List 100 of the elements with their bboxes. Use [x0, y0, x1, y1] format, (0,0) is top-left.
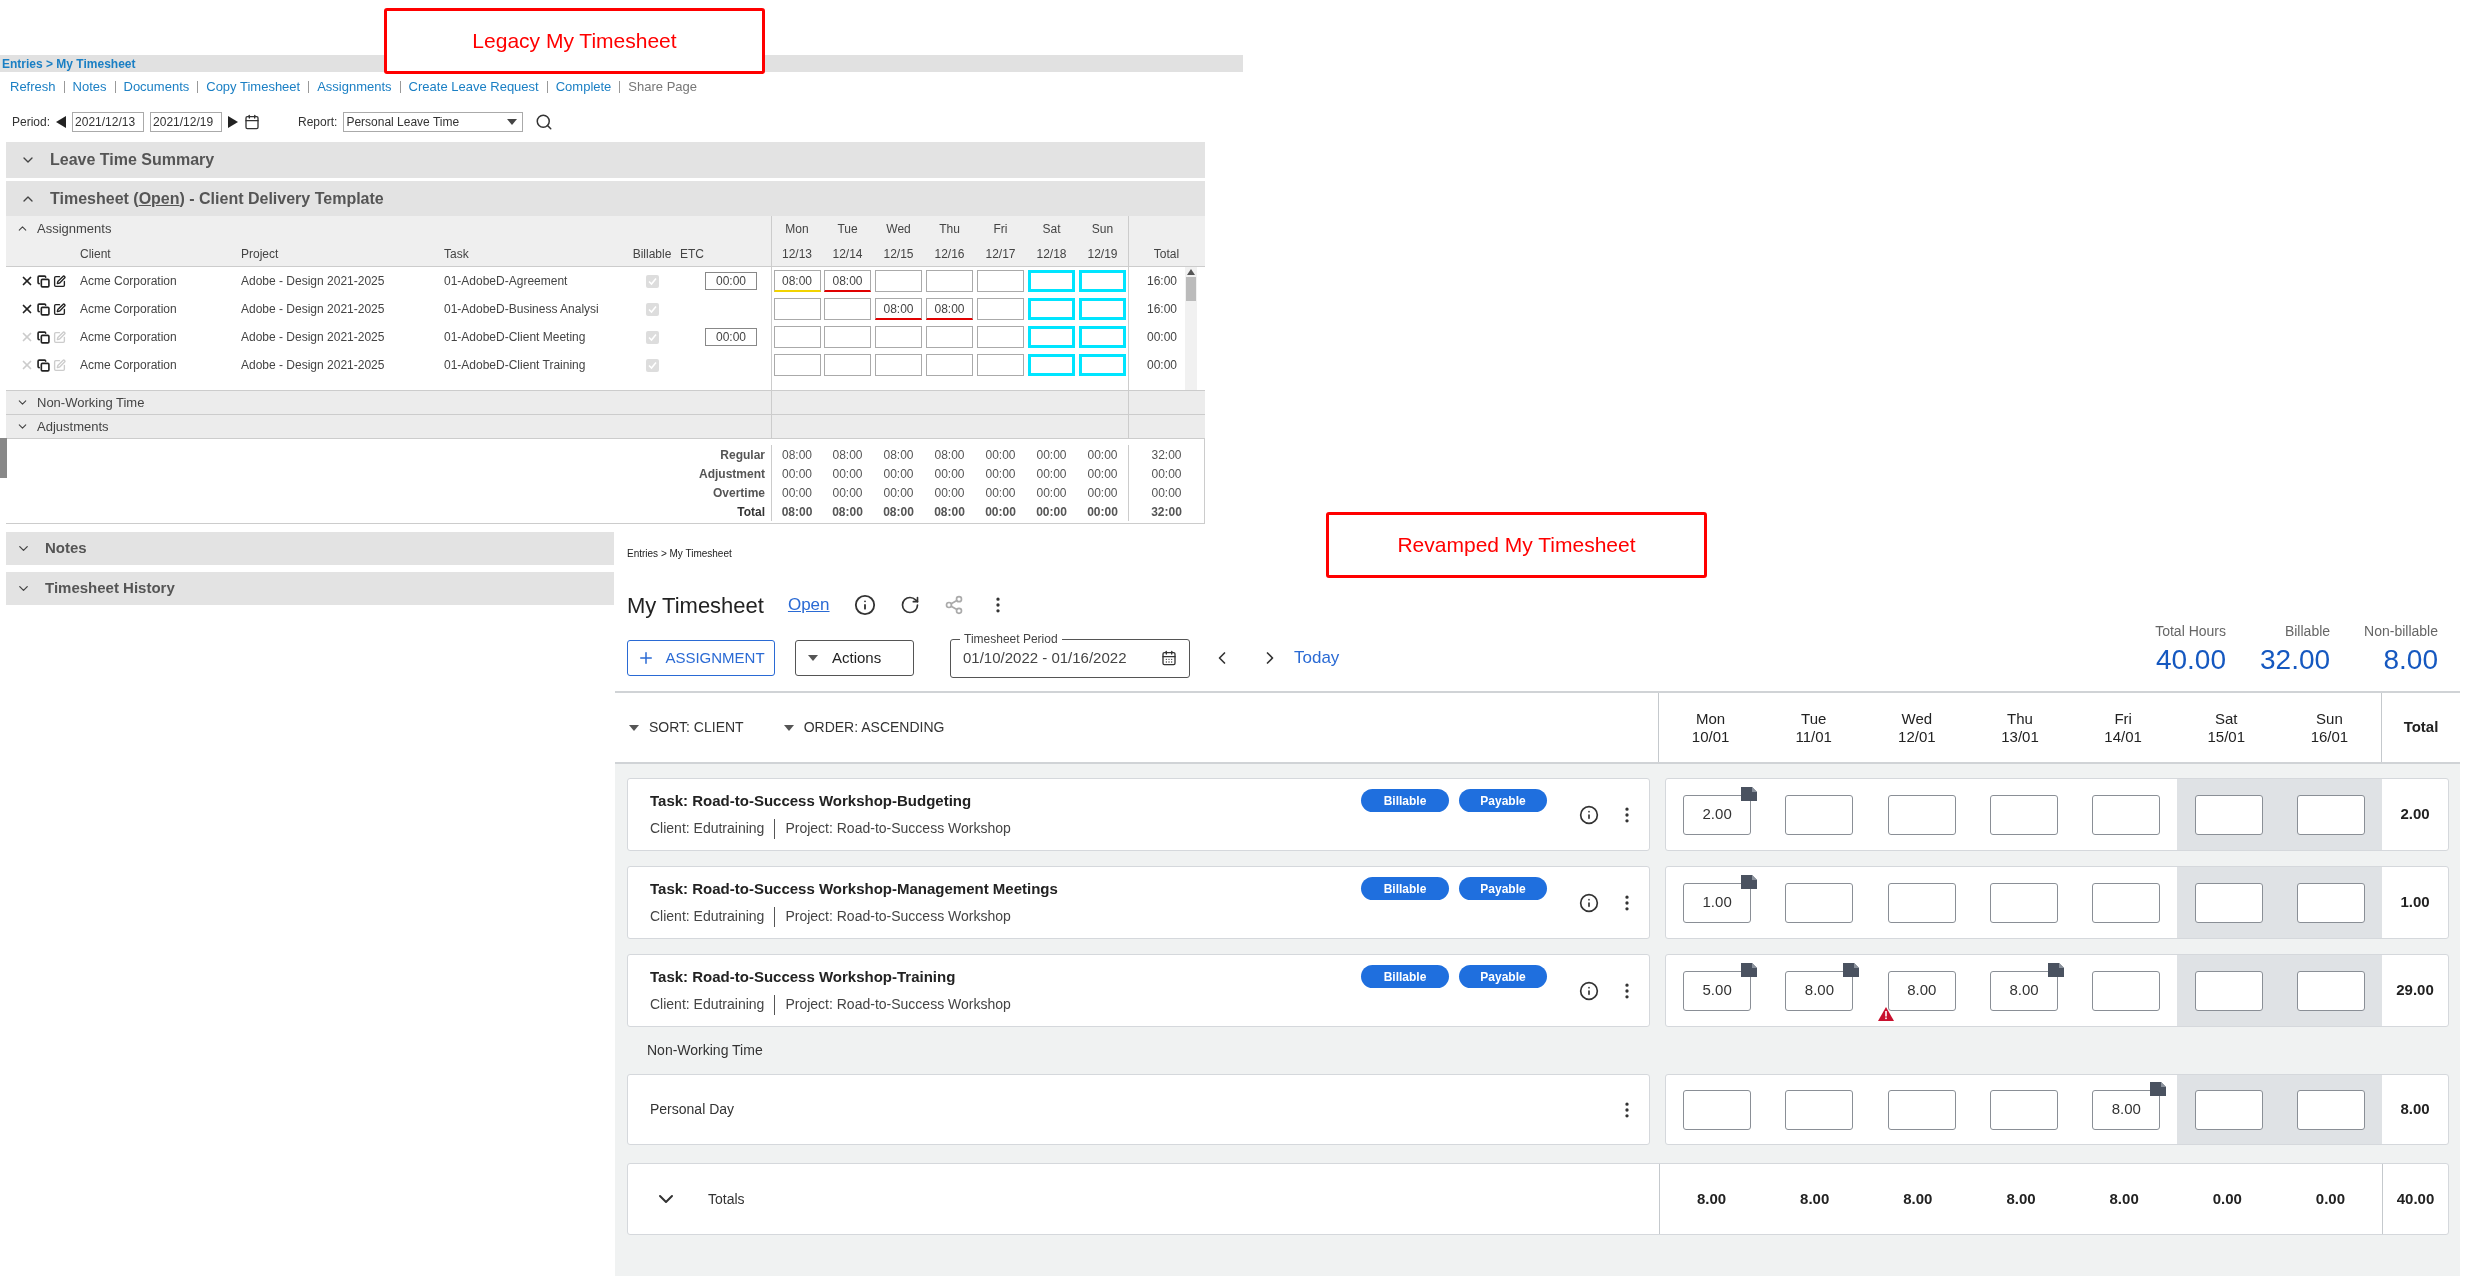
hours-field[interactable]: 8.00 [1785, 970, 1854, 1011]
hours-field[interactable]: 08:00 [773, 270, 821, 292]
hours-field[interactable]: 2.00 [1683, 794, 1752, 835]
hours-field[interactable] [773, 298, 821, 320]
share-icon[interactable] [943, 595, 964, 615]
hours-field[interactable] [1887, 882, 1956, 923]
section-header[interactable]: Notes [6, 532, 614, 565]
scrollbar[interactable] [1185, 267, 1197, 390]
search-icon[interactable] [535, 113, 554, 131]
caret-icon[interactable] [808, 655, 818, 661]
toolbar-link[interactable]: Copy Timesheet [206, 77, 301, 97]
calendar-icon[interactable] [244, 114, 261, 130]
hours-field[interactable] [1990, 1089, 2059, 1130]
hours-field[interactable] [2092, 970, 2161, 1011]
period-end-field[interactable]: 2021/12/19 [150, 112, 223, 132]
hours-field[interactable] [2296, 970, 2365, 1011]
etc-field[interactable]: 00:00 [705, 272, 757, 290]
hours-field[interactable] [2092, 882, 2161, 923]
hours-field[interactable] [1785, 882, 1854, 923]
hours-field[interactable] [1785, 1089, 1854, 1130]
caret-icon[interactable] [629, 724, 639, 731]
hours-field[interactable] [1028, 270, 1075, 292]
hours-field[interactable] [977, 270, 1024, 292]
hours-field[interactable] [1887, 794, 1956, 835]
delete-icon[interactable] [20, 302, 34, 316]
actions-button[interactable]: Actions [795, 640, 914, 676]
hours-field[interactable]: 1.00 [1683, 882, 1752, 923]
scrollbar-thumb[interactable] [1186, 277, 1196, 301]
add-assignment-button[interactable]: ASSIGNMENT [627, 640, 775, 676]
hours-field[interactable] [2296, 882, 2365, 923]
toolbar-link[interactable]: Create Leave Request [408, 77, 539, 97]
refresh-icon[interactable] [899, 595, 920, 615]
report-select[interactable]: Personal Leave Time [343, 112, 524, 132]
hours-field[interactable] [1079, 298, 1126, 320]
delete-icon[interactable] [20, 274, 34, 288]
hours-field[interactable] [2194, 970, 2263, 1011]
hours-field[interactable] [1079, 270, 1126, 292]
hours-field[interactable] [1028, 298, 1075, 320]
hours-field[interactable] [2194, 1089, 2263, 1130]
hours-field[interactable] [2194, 794, 2263, 835]
note-icon[interactable] [1741, 962, 1758, 977]
hours-field[interactable] [977, 298, 1024, 320]
hours-field[interactable] [977, 326, 1024, 348]
hours-field[interactable] [1683, 1089, 1752, 1130]
note-icon[interactable] [1741, 874, 1758, 889]
next-arrow-icon[interactable] [228, 116, 239, 128]
side-tab-handle[interactable] [0, 438, 7, 478]
note-icon[interactable] [2048, 962, 2065, 977]
hours-field[interactable] [875, 354, 922, 376]
hours-field[interactable] [773, 354, 821, 376]
hours-field[interactable]: 8.00 [1990, 970, 2059, 1011]
hours-field[interactable]: 5.00 [1683, 970, 1752, 1011]
hours-field[interactable] [773, 326, 821, 348]
hours-field[interactable] [1028, 326, 1075, 348]
info-icon[interactable] [853, 594, 876, 616]
toolbar-link[interactable]: Complete [555, 77, 612, 97]
note-icon[interactable] [2150, 1081, 2167, 1096]
caret-icon[interactable] [507, 119, 518, 125]
copy-icon[interactable] [37, 358, 50, 372]
caret-icon[interactable] [783, 724, 794, 731]
toolbar-link[interactable]: Refresh [10, 77, 56, 97]
status-link[interactable]: Open [138, 189, 180, 207]
hours-field[interactable] [1785, 794, 1854, 835]
billable-checkbox[interactable] [645, 330, 659, 344]
hours-field[interactable]: 08:00 [824, 270, 871, 292]
copy-icon[interactable] [37, 274, 50, 288]
hours-field[interactable] [2194, 882, 2263, 923]
info-icon[interactable] [1579, 892, 1599, 913]
hours-field[interactable]: 8.00 [2092, 1089, 2161, 1130]
period-start-field[interactable]: 2021/12/13 [72, 112, 145, 132]
copy-icon[interactable] [37, 330, 50, 344]
hours-field[interactable] [824, 354, 871, 376]
group-header[interactable]: Non-Working Time [6, 390, 1205, 414]
hours-field[interactable] [875, 270, 922, 292]
hours-field[interactable] [977, 354, 1024, 376]
copy-icon[interactable] [37, 302, 50, 316]
hours-field[interactable] [1079, 354, 1126, 376]
hours-field[interactable] [926, 270, 973, 292]
hours-field[interactable] [926, 326, 973, 348]
scroll-up-arrow-icon[interactable] [1187, 269, 1195, 275]
hours-field[interactable]: 08:00 [926, 298, 973, 320]
group-header[interactable]: Adjustments [6, 414, 1205, 438]
section-header[interactable]: Timesheet (Open) - Client Delivery Template [6, 181, 1205, 216]
billable-checkbox[interactable] [645, 302, 659, 316]
hours-field[interactable]: 8.00 [1887, 970, 1956, 1011]
today-link[interactable]: Today [1294, 645, 1340, 671]
billable-checkbox[interactable] [645, 358, 659, 372]
info-icon[interactable] [1579, 980, 1599, 1001]
status-link[interactable]: Open [787, 592, 830, 618]
etc-field[interactable]: 00:00 [705, 328, 757, 346]
hours-field[interactable]: 08:00 [875, 298, 922, 320]
info-icon[interactable] [1579, 804, 1599, 825]
note-icon[interactable] [1741, 786, 1758, 801]
hours-field[interactable] [1990, 794, 2059, 835]
hours-field[interactable] [926, 354, 973, 376]
hours-field[interactable] [2092, 794, 2161, 835]
hours-field[interactable] [1887, 1089, 1956, 1130]
toolbar-link[interactable]: Documents [123, 77, 190, 97]
hours-field[interactable] [824, 298, 871, 320]
billable-checkbox[interactable] [645, 274, 659, 288]
